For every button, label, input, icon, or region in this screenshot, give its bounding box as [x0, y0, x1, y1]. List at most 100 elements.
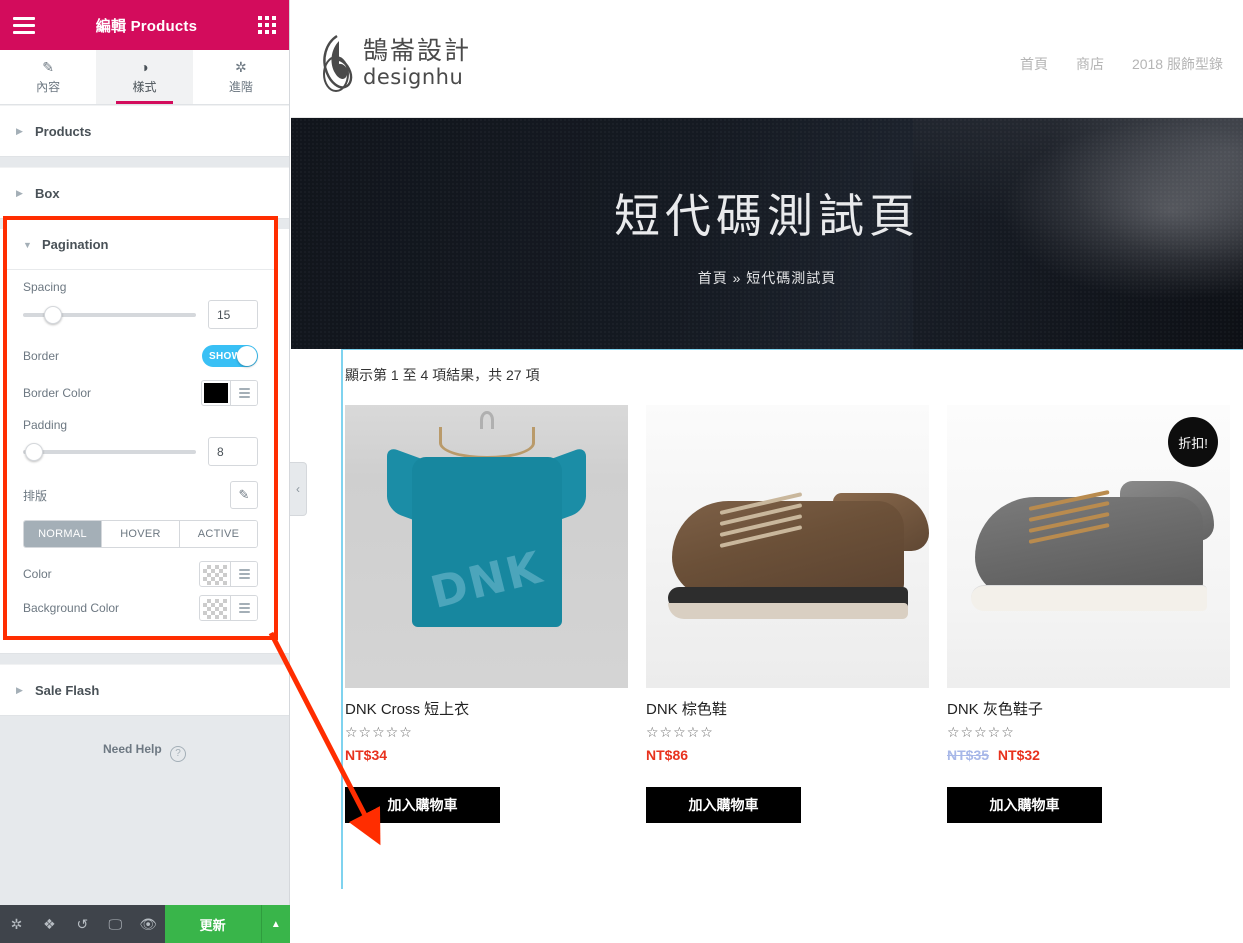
product-rating: ☆☆☆☆☆: [646, 724, 714, 740]
panel-header: 編輯 Products: [0, 0, 289, 50]
shoe-sole-shape: [971, 585, 1207, 611]
border-toggle-label: SHOW: [209, 350, 242, 362]
contrast-icon: ◑: [140, 58, 149, 75]
need-help[interactable]: Need Help ?: [0, 742, 289, 762]
site-nav: 首頁 商店 2018 服飾型錄: [1020, 54, 1223, 74]
grid-icon[interactable]: [257, 16, 276, 34]
logo-text-cn: 鵠崙設計: [363, 37, 472, 65]
background-color-label: Background Color: [23, 601, 120, 615]
background-color-swatch[interactable]: [203, 599, 227, 619]
spacing-row: Spacing: [23, 270, 258, 296]
stack-icon: [238, 387, 250, 399]
section-box[interactable]: ▶ Box: [0, 167, 289, 219]
add-to-cart-button[interactable]: 加入購物車: [646, 787, 801, 823]
section-sale-flash-label: Sale Flash: [35, 682, 100, 698]
state-tab-normal[interactable]: NORMAL: [24, 521, 101, 547]
section-sale-flash-head[interactable]: ▶ Sale Flash: [0, 665, 289, 715]
product-image[interactable]: 折扣!: [947, 405, 1230, 688]
border-color-swatch[interactable]: [204, 383, 228, 403]
breadcrumb: 首頁 » 短代碼測試頁: [697, 269, 837, 286]
product-price-value: NT$86: [646, 747, 689, 763]
border-toggle[interactable]: SHOW: [202, 345, 258, 367]
product-card[interactable]: DNK DNK Cross 短上衣 ☆☆☆☆☆ NT$34 加入購物車: [345, 405, 628, 823]
product-card[interactable]: 折扣! DNK 灰色鞋子 ☆☆☆☆☆ NT$35 NT$32 加入購物車: [947, 405, 1230, 823]
gear-icon[interactable]: ✲: [0, 905, 33, 943]
color-global-button[interactable]: [230, 562, 257, 586]
responsive-icon[interactable]: 🖵: [99, 905, 132, 943]
padding-slider[interactable]: [23, 442, 196, 461]
site-topbar: [291, 0, 1243, 10]
product-old-price: NT$35: [947, 747, 990, 763]
need-help-label: Need Help: [102, 742, 162, 756]
spacing-input[interactable]: [208, 300, 258, 329]
spacing-slider[interactable]: [23, 305, 196, 324]
chevron-right-icon: ▶: [16, 125, 23, 136]
site-logo[interactable]: 鵠崙設計 designhu: [317, 33, 471, 95]
padding-row: Padding: [23, 407, 258, 433]
tab-style[interactable]: ◑ 樣式: [96, 50, 193, 104]
product-title[interactable]: DNK 灰色鞋子: [947, 698, 1230, 719]
product-price-value: NT$32: [997, 747, 1040, 763]
layers-icon[interactable]: ❖: [33, 905, 66, 943]
panel-divider-1: [0, 157, 289, 167]
product-rating: ☆☆☆☆☆: [345, 724, 413, 740]
question-icon[interactable]: ?: [170, 745, 187, 762]
nav-item-shop[interactable]: 商店: [1076, 54, 1104, 74]
padding-slider-knob[interactable]: [24, 442, 43, 461]
panel-collapse-handle[interactable]: ‹: [290, 462, 307, 516]
spacing-slider-knob[interactable]: [43, 305, 62, 324]
hero-banner: 短代碼測試頁 首頁 » 短代碼測試頁: [291, 118, 1243, 349]
shoe-laces-shape: [719, 492, 814, 555]
border-color-row: Border Color: [23, 373, 258, 407]
hamburger-icon[interactable]: [13, 16, 35, 34]
product-image[interactable]: DNK: [345, 405, 628, 688]
padding-input[interactable]: [208, 437, 258, 466]
product-card[interactable]: DNK 棕色鞋 ☆☆☆☆☆ NT$86 加入購物車: [646, 405, 929, 823]
logo-svg: [323, 34, 353, 92]
pagination-section-head[interactable]: ▼ Pagination: [7, 220, 274, 270]
pencil-icon: ✎: [42, 58, 55, 75]
padding-label: Padding: [23, 418, 68, 432]
nav-item-catalog[interactable]: 2018 服飾型錄: [1132, 54, 1223, 74]
section-products-head[interactable]: ▶ Products: [0, 106, 289, 156]
add-to-cart-button[interactable]: 加入購物車: [947, 787, 1102, 823]
section-products-label: Products: [35, 123, 92, 139]
product-price: NT$34: [345, 747, 628, 763]
sale-badge: 折扣!: [1168, 417, 1218, 467]
logo-text-en: designhu: [363, 65, 464, 89]
site-preview: 鵠崙設計 designhu 首頁 商店 2018 服飾型錄 短代碼測試頁 首頁 …: [291, 0, 1243, 943]
product-title[interactable]: DNK 棕色鞋: [646, 698, 929, 719]
product-rating: ☆☆☆☆☆: [947, 724, 1015, 740]
section-box-head[interactable]: ▶ Box: [0, 168, 289, 218]
nav-item-home[interactable]: 首頁: [1020, 54, 1048, 74]
panel-tabs: ✎ 內容 ◑ 樣式 ✲ 進階: [0, 50, 289, 105]
state-tab-hover[interactable]: HOVER: [101, 521, 179, 547]
chevron-down-icon: ▼: [23, 239, 32, 250]
history-icon[interactable]: ↺: [66, 905, 99, 943]
panel-title: 編輯 Products: [95, 17, 198, 35]
update-button[interactable]: 更新: [164, 905, 261, 943]
panel-divider-3: [0, 654, 289, 664]
site-header: 鵠崙設計 designhu 首頁 商店 2018 服飾型錄: [291, 10, 1243, 118]
product-title[interactable]: DNK Cross 短上衣: [345, 698, 628, 719]
add-to-cart-button[interactable]: 加入購物車: [345, 787, 500, 823]
padding-control: [23, 433, 258, 476]
update-options-arrow-icon[interactable]: ▲: [260, 905, 290, 943]
product-grid: DNK DNK Cross 短上衣 ☆☆☆☆☆ NT$34 加入購物車 DNK …: [291, 385, 1243, 823]
stack-icon: [238, 568, 250, 580]
section-sale-flash[interactable]: ▶ Sale Flash: [0, 664, 289, 716]
color-swatch[interactable]: [203, 565, 227, 585]
background-color-global-button[interactable]: [230, 596, 257, 620]
border-label: Border: [23, 349, 60, 363]
section-products[interactable]: ▶ Products: [0, 105, 289, 157]
tab-content[interactable]: ✎ 內容: [0, 50, 97, 104]
border-color-global-button[interactable]: [230, 381, 257, 405]
section-box-label: Box: [35, 185, 60, 201]
border-row: Border SHOW: [23, 339, 258, 373]
state-tab-active[interactable]: ACTIVE: [179, 521, 257, 547]
eye-icon[interactable]: 👁: [132, 905, 165, 943]
product-image[interactable]: [646, 405, 929, 688]
tab-advanced[interactable]: ✲ 進階: [192, 50, 289, 104]
typography-edit-button[interactable]: ✎: [230, 481, 258, 509]
stack-icon: [238, 602, 250, 614]
